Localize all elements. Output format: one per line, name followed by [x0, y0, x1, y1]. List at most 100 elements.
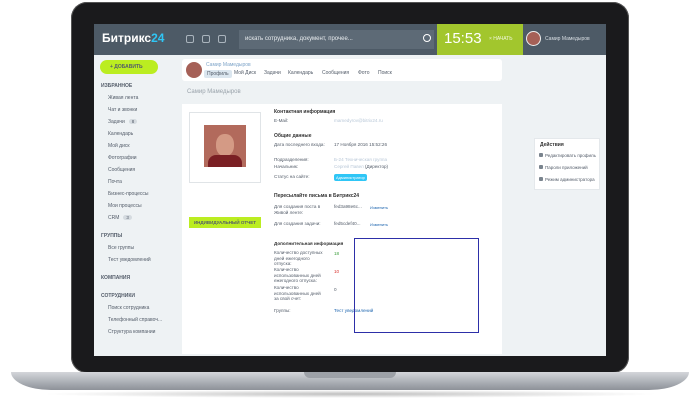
tasks-email-value: fed5cdef40...	[334, 221, 361, 226]
sidebar-item-label: CRM	[108, 215, 120, 221]
tab-photo[interactable]: Фото	[358, 70, 370, 76]
individual-report-button[interactable]: ИНДИВИДУАЛЬНЫЙ ОТЧЕТ	[189, 217, 261, 228]
search-input[interactable]: искать сотрудника, документ, прочее...	[239, 30, 434, 49]
sidebar-item-structure[interactable]: Структура компании	[108, 329, 155, 335]
manager-role: (Директор)	[365, 164, 389, 169]
favorites-heading[interactable]: ИЗБРАННОЕ	[101, 83, 132, 89]
pencil-icon	[539, 153, 543, 157]
unpaid-days-label: Количество использованных дней за свой с…	[274, 285, 321, 301]
status-label: Статус на сайте:	[274, 174, 310, 179]
sidebar-item-find-employee[interactable]: Поиск сотрудника	[108, 305, 149, 311]
avatar	[186, 62, 202, 78]
vacation-available-value: 18	[334, 251, 340, 256]
department-value[interactable]: Б-24 Техническая группа	[334, 157, 387, 162]
sidebar-item-photos[interactable]: Фотографии	[108, 155, 137, 161]
crm-count-badge: 3	[123, 215, 132, 220]
sidebar-item-test-group[interactable]: Тест уведомлений	[108, 257, 151, 263]
laptop-shadow	[40, 390, 660, 398]
tab-tasks[interactable]: Задачи	[264, 70, 281, 76]
vacation-used-label: Количество использованных дней ежегодног…	[274, 267, 321, 283]
photo-shirt	[208, 155, 242, 167]
top-bar: Битрикс24 искать сотрудника, документ, п…	[94, 24, 606, 55]
sidebar: + ДОБАВИТЬ ИЗБРАННОЕ Живая лента Чат и з…	[94, 55, 178, 356]
tasks-email-label: Для создания задачи:	[274, 221, 321, 226]
app-logo[interactable]: Битрикс24	[102, 31, 164, 45]
status-badge: Администратор	[334, 174, 367, 181]
sidebar-item-my-processes[interactable]: Мои процессы	[108, 203, 142, 209]
sidebar-item-messages[interactable]: Сообщения	[108, 167, 135, 173]
sidebar-item-drive[interactable]: Мой диск	[108, 143, 130, 149]
laptop-notch	[304, 372, 396, 378]
sidebar-item-tasks[interactable]: Задачи 8	[108, 119, 138, 125]
extra-heading: Дополнительная информация	[274, 241, 344, 246]
sidebar-item-crm[interactable]: CRM 3	[108, 215, 132, 221]
add-button[interactable]: + ДОБАВИТЬ	[100, 60, 158, 74]
calendar-icon[interactable]	[202, 35, 210, 43]
email-value[interactable]: mamedyrov@bitrix24.ru	[334, 118, 383, 123]
change-posts-link[interactable]: Изменить	[370, 205, 388, 210]
action-label: Режим администратора	[545, 177, 595, 182]
camera-icon[interactable]	[186, 35, 194, 43]
sidebar-item-chat[interactable]: Чат и звонки	[108, 107, 137, 113]
admin-mode-button[interactable]: Режим администратора	[539, 177, 595, 182]
sidebar-item-mail[interactable]: Почта	[108, 179, 122, 185]
company-heading[interactable]: КОМПАНИЯ	[101, 275, 130, 281]
sidebar-item-phonebook[interactable]: Телефонный справоч...	[108, 317, 162, 323]
profile-photo[interactable]	[204, 125, 246, 167]
sidebar-item-label: Задачи	[108, 119, 125, 125]
logo-text: Битрикс	[102, 31, 152, 45]
tab-messages[interactable]: Сообщения	[322, 70, 349, 76]
bell-icon[interactable]	[218, 35, 226, 43]
sidebar-item-bizproc[interactable]: Бизнес-процессы	[108, 191, 149, 197]
tab-profile[interactable]: Профиль	[204, 70, 232, 78]
action-label: Пароли приложений	[545, 165, 588, 170]
change-tasks-link[interactable]: Изменить	[370, 222, 388, 227]
tab-drive[interactable]: Мой Диск	[234, 70, 256, 76]
photo-face	[216, 134, 234, 156]
key-icon	[539, 165, 543, 169]
user-name: Самир Мамедыров	[545, 36, 590, 42]
user-icon	[539, 177, 543, 181]
edit-profile-button[interactable]: Редактировать профиль	[539, 153, 596, 158]
profile-bar: Самир Мамедыров Профиль Мой Диск Задачи …	[182, 59, 502, 81]
manager-name[interactable]: Сергей Павел	[334, 164, 364, 169]
laptop-screen: Битрикс24 искать сотрудника, документ, п…	[94, 24, 606, 356]
manager-value: Сергей Павел (Директор)	[334, 164, 388, 169]
actions-panel: Действия Редактировать профиль Пароли пр…	[534, 138, 600, 190]
photo-frame	[189, 112, 261, 183]
logo-number: 24	[151, 31, 165, 45]
page-title: Самир Мамедыров	[187, 89, 241, 95]
posts-email-label: Для создания поста в Живой ленте:	[274, 204, 321, 215]
search-icon[interactable]	[423, 34, 431, 42]
action-label: Редактировать профиль	[545, 153, 596, 158]
email-label: E-Mail:	[274, 118, 289, 123]
avatar	[526, 31, 541, 46]
general-heading: Общие данные	[274, 133, 312, 139]
start-workday-button[interactable]: × НАЧАТЬ	[489, 36, 512, 42]
clock-time: 15:53	[444, 30, 482, 47]
department-label: Подразделения:	[274, 157, 309, 162]
manager-label: Начальник:	[274, 164, 299, 169]
sidebar-item-calendar[interactable]: Календарь	[108, 131, 133, 137]
actions-heading: Действия	[540, 142, 564, 148]
tab-search[interactable]: Поиск	[378, 70, 392, 76]
last-login-value: 17 Ноября 2016 15:52:26	[334, 142, 388, 147]
sidebar-item-all-groups[interactable]: Все группы	[108, 245, 134, 251]
main-content: Самир Мамедыров Профиль Мой Диск Задачи …	[179, 55, 606, 356]
forward-heading: Пересылайте письма в Битрикс24	[274, 193, 360, 199]
contact-heading: Контактная информация	[274, 109, 336, 115]
posts-email-value: fed3a98e6c...	[334, 204, 362, 209]
sidebar-item-feed[interactable]: Живая лента	[108, 95, 138, 101]
tab-calendar[interactable]: Календарь	[288, 70, 313, 76]
last-login-label: Дата последнего входа:	[274, 142, 325, 147]
profile-name[interactable]: Самир Мамедыров	[206, 62, 251, 68]
groups-label: Группы:	[274, 308, 291, 313]
vacation-available-label: Количество доступных дней ежегодного отп…	[274, 250, 323, 266]
app-passwords-button[interactable]: Пароли приложений	[539, 165, 588, 170]
vacation-used-value: 10	[334, 269, 340, 274]
tasks-count-badge: 8	[128, 119, 138, 124]
highlight-frame	[354, 238, 479, 333]
work-time-clock[interactable]: 15:53 × НАЧАТЬ	[437, 24, 523, 55]
groups-heading[interactable]: ГРУППЫ	[101, 233, 122, 239]
employees-heading[interactable]: СОТРУДНИКИ	[101, 293, 135, 299]
